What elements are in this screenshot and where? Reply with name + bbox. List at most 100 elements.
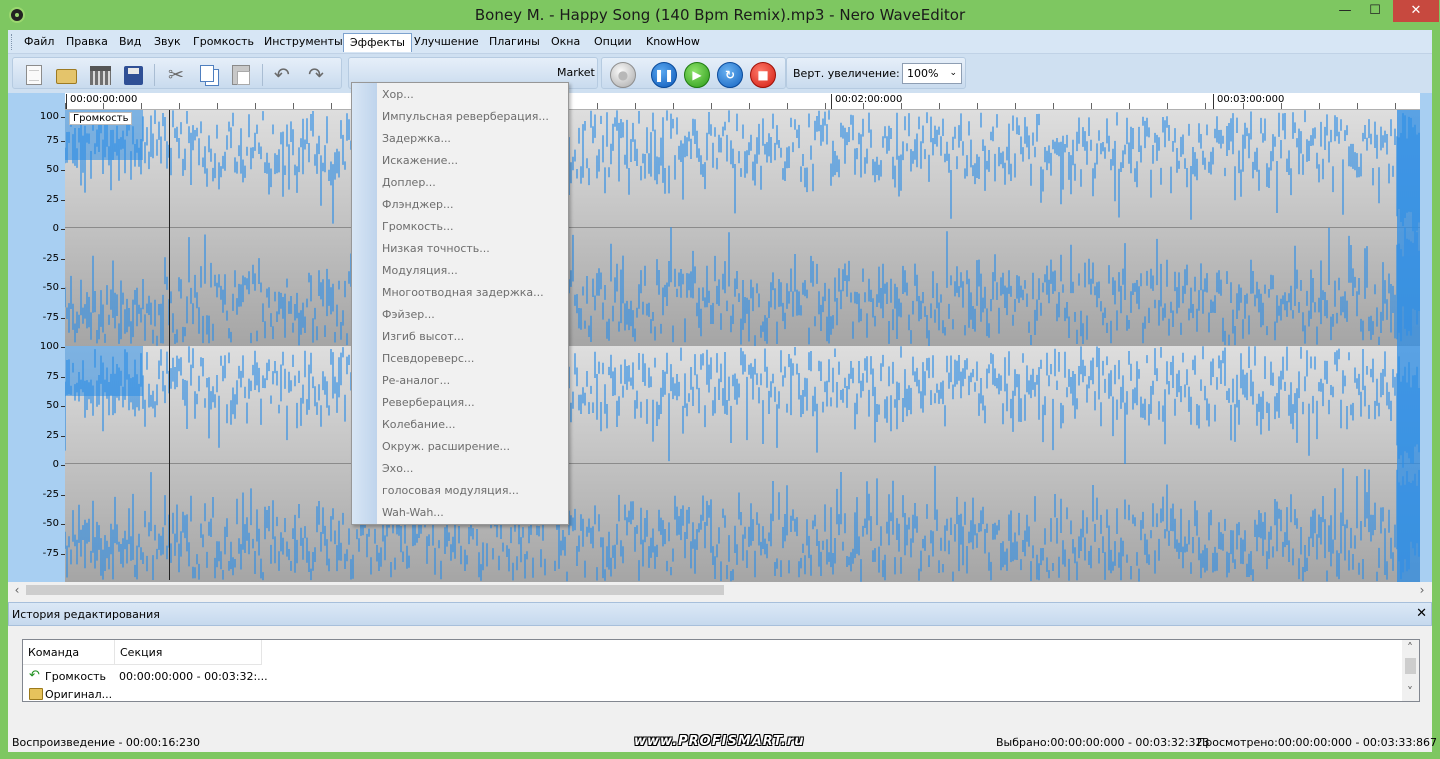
effects-dropdown-menu: Хор... Импульсная реверберация... Задерж… <box>351 82 569 525</box>
menu-item-volume[interactable]: Громкость... <box>382 217 454 237</box>
close-button[interactable]: ✕ <box>1393 0 1439 22</box>
history-row-command[interactable]: Оригинал... <box>45 688 112 701</box>
menu-item-pseudo-reverse[interactable]: Псевдореверс... <box>382 349 474 369</box>
open-button[interactable] <box>53 62 79 88</box>
menu-item-flanger[interactable]: Флэнджер... <box>382 195 453 215</box>
vertical-scroll-thumb[interactable] <box>1405 658 1416 674</box>
menu-file[interactable]: Файл <box>18 33 60 52</box>
minimize-button[interactable]: — <box>1331 0 1359 22</box>
pause-button[interactable]: ❚❚ <box>651 62 677 88</box>
column-header-section[interactable]: Секция <box>115 640 262 665</box>
menu-item-multitap-delay[interactable]: Многоотводная задержка... <box>382 283 544 303</box>
menu-sound[interactable]: Звук <box>148 33 187 52</box>
zoom-value: 100% <box>907 67 939 80</box>
selection-status: Выбрано:00:00:00:000 - 00:03:32:323 <box>996 736 1210 749</box>
menu-item-echo[interactable]: Эхо... <box>382 459 413 479</box>
menu-view[interactable]: Вид <box>113 33 147 52</box>
pause-icon: ❚❚ <box>653 68 675 82</box>
playback-cursor[interactable] <box>169 110 170 580</box>
horizontal-scroll-thumb[interactable] <box>26 585 724 595</box>
chevron-down-icon: ⌄ <box>949 68 957 78</box>
scale-label: 75 <box>46 135 65 146</box>
menu-item-voice-modulation[interactable]: голосовая модуляция... <box>382 481 519 501</box>
scale-label: 100 <box>39 111 66 122</box>
new-document-button[interactable] <box>21 62 47 88</box>
waveform-dense-block <box>1397 346 1420 582</box>
save-button[interactable] <box>120 62 146 88</box>
menu-item-surround[interactable]: Окруж. расширение... <box>382 437 510 457</box>
menu-effects[interactable]: Эффекты <box>343 33 412 52</box>
menu-enhancement[interactable]: Улучшение <box>408 33 485 52</box>
menu-item-distortion[interactable]: Искажение... <box>382 151 458 171</box>
waveform-channel-right[interactable] <box>65 346 1420 582</box>
menu-options[interactable]: Опции <box>588 33 638 52</box>
redo-button[interactable]: ↷ <box>303 62 329 88</box>
paste-icon <box>232 65 250 85</box>
menu-item-wah-wah[interactable]: Wah-Wah... <box>382 503 444 523</box>
library-button[interactable] <box>87 62 113 88</box>
waveform-graphic <box>65 346 1420 582</box>
menu-item-impulse-reverb[interactable]: Импульсная реверберация... <box>382 107 549 127</box>
menu-item-oscillation[interactable]: Колебание... <box>382 415 455 435</box>
play-button[interactable]: ▶ <box>684 62 710 88</box>
menu-item-lofi[interactable]: Низкая точность... <box>382 239 490 259</box>
loop-button[interactable]: ↻ <box>717 62 743 88</box>
folder-icon <box>29 688 43 700</box>
time-ruler[interactable]: 00:00:00:000 00:02:00:000 00:03:00:000 <box>65 93 1420 110</box>
ruler-label: 00:03:00:000 <box>1213 94 1284 109</box>
history-row-command[interactable]: Громкость <box>45 670 106 683</box>
cut-button[interactable]: ✂ <box>163 62 189 88</box>
close-icon[interactable]: ✕ <box>1416 606 1427 621</box>
menu-item-pitch-bender[interactable]: Изгиб высот... <box>382 327 464 347</box>
menu-item-doppler[interactable]: Доплер... <box>382 173 436 193</box>
history-header: История редактирования ✕ <box>8 602 1432 626</box>
scroll-right-icon[interactable]: › <box>1414 582 1430 598</box>
menu-edit[interactable]: Правка <box>60 33 114 52</box>
scroll-up-icon[interactable]: ˄ <box>1402 640 1418 656</box>
menu-plugins[interactable]: Плагины <box>483 33 546 52</box>
maximize-button[interactable]: ☐ <box>1361 0 1389 22</box>
ruler-label: 00:00:00:000 <box>66 94 137 109</box>
watermark-text: www.PROFISMART.ru <box>634 734 805 749</box>
menu-item-phaser[interactable]: Фэйзер... <box>382 305 435 325</box>
toolbar-separator <box>154 64 155 86</box>
edit-history-panel: История редактирования ✕ Команда Секция … <box>8 602 1432 730</box>
window-title: Boney M. - Happy Song (140 Bpm Remix).mp… <box>474 6 966 24</box>
scale-label: 50 <box>46 400 65 411</box>
menu-item-chorus[interactable]: Хор... <box>382 85 414 105</box>
copy-button[interactable] <box>196 62 222 88</box>
scale-label: 0 <box>52 223 66 234</box>
market-button[interactable]: Market <box>557 66 595 79</box>
record-button[interactable]: ● <box>610 62 636 88</box>
zoom-select[interactable]: 100% ⌄ <box>902 63 962 84</box>
waveform-area[interactable]: 00:00:00:000 00:02:00:000 00:03:00:000 1… <box>8 93 1432 598</box>
undo-arrow-icon: ↶ <box>29 668 40 683</box>
copy-icon <box>200 65 214 82</box>
history-row-section[interactable]: 00:00:00:000 - 00:03:32:... <box>119 670 268 683</box>
vertical-scrollbar[interactable]: ˄ ˅ <box>1402 640 1419 701</box>
volume-envelope-tag[interactable]: Громкость <box>69 112 133 125</box>
paste-button[interactable] <box>228 62 254 88</box>
toolbar-separator <box>262 64 263 86</box>
menu-tools[interactable]: Инструменты <box>258 33 349 52</box>
undo-button[interactable]: ↶ <box>269 62 295 88</box>
menu-grip[interactable] <box>11 34 14 50</box>
menu-volume[interactable]: Громкость <box>187 33 260 52</box>
waveform-channel-left[interactable] <box>65 110 1420 346</box>
menu-item-reverb[interactable]: Реверберация... <box>382 393 475 413</box>
scroll-down-icon[interactable]: ˅ <box>1402 684 1418 700</box>
history-list[interactable]: Команда Секция ↶ Громкость 00:00:00:000 … <box>22 639 1420 702</box>
scale-label: -50 <box>42 518 66 529</box>
scroll-left-icon[interactable]: ‹ <box>9 582 25 598</box>
scale-label: 75 <box>46 371 65 382</box>
menu-knowhow[interactable]: KnowHow <box>640 33 706 52</box>
horizontal-scrollbar[interactable]: ‹ › <box>8 582 1432 598</box>
scale-label: 50 <box>46 164 65 175</box>
stop-button[interactable]: ■ <box>750 62 776 88</box>
menu-windows[interactable]: Окна <box>545 33 586 52</box>
column-header-command[interactable]: Команда <box>23 640 115 665</box>
menu-item-delay[interactable]: Задержка... <box>382 129 451 149</box>
scale-label: -75 <box>42 312 66 323</box>
menu-item-modulation[interactable]: Модуляция... <box>382 261 458 281</box>
menu-item-reanalog[interactable]: Ре-аналог... <box>382 371 450 391</box>
